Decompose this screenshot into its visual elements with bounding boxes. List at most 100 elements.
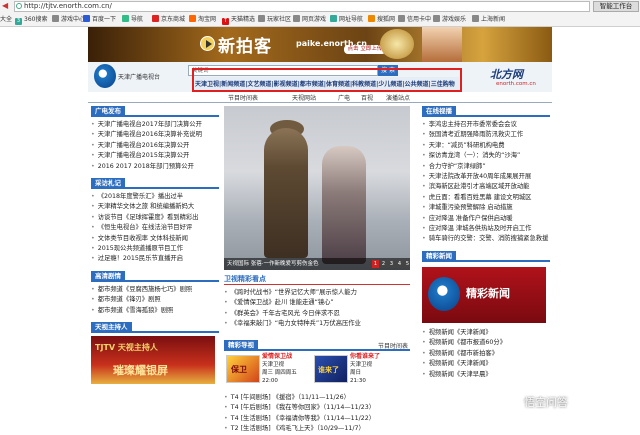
list-item[interactable]: T2 [生活剧场] 《鸡毛飞上天》（10/29—11/7） [224, 424, 410, 434]
show-time: 22:00 [262, 378, 278, 384]
slide-page-2[interactable]: 2 [380, 260, 387, 268]
list-item[interactable]: 都市频道《豆腐西施杨七巧》剧照 [91, 285, 219, 295]
tv-schedule-list: T4 [午间剧场] 《援宿》（11/11—11/26） T4 [午后剧场] 《我… [224, 393, 410, 435]
bookmark-item[interactable]: 3 360搜索 [15, 15, 47, 25]
host-banner[interactable]: TJTV 天视主持人 璀璨耀银屏 [91, 336, 215, 385]
list-item[interactable]: 2015现公共频道播原节目工作 [91, 244, 219, 254]
list-item[interactable]: T4 [午后剧场] 《我在等你回家》（11/14—11/23） [224, 403, 410, 413]
list-item[interactable]: 《跨时代战书》“世界记忆大师”展示惊人能力 [224, 288, 410, 298]
folder-icon [472, 15, 479, 22]
list-item[interactable]: 《2018年度警乐汇》播出过半 [91, 192, 219, 202]
tjtv-logo[interactable] [94, 64, 116, 88]
list-item[interactable]: 天津广播电视台2016年决算补充说明 [91, 130, 219, 140]
section-header: 天视主持人 [91, 322, 219, 334]
bookmark-item[interactable]: 信用卡中 [398, 15, 431, 25]
show-channel: 天津卫视 [350, 362, 373, 368]
bookmark-item[interactable]: 大全 [0, 15, 12, 25]
list-item[interactable]: 《幸福来敲门》“电力女特种兵”1万伏高压作业 [224, 319, 410, 329]
address-bar[interactable]: http://tjtv.enorth.com.cn/ [14, 1, 590, 12]
list-item[interactable]: 《爱情保卫战》赴川 谁能走通“镜心” [224, 298, 410, 308]
show-days: 周日 [350, 370, 362, 376]
nav-item[interactable]: 天视网站 [292, 93, 316, 102]
list-item[interactable]: 都市频道《雪海孤狼》剧照 [91, 306, 219, 316]
list-item[interactable]: T4 [生活剧场] 《幸福请你等我》（11/14—11/22） [224, 414, 410, 424]
list-item[interactable]: 虎丘面：看看百姓黑幕 建设文明城区 [422, 193, 550, 203]
bookmark-item[interactable]: 游戏娱乐 [433, 15, 466, 25]
bookmark-item[interactable]: 上海新闻 [472, 15, 505, 25]
show-name[interactable]: 你看谁来了 [350, 353, 406, 361]
host-slogan: 璀璨耀银屏 [113, 364, 168, 378]
list-item[interactable]: 合力守护“京津绿肺” [422, 162, 550, 172]
list-item[interactable]: 应对降温 准备作户保供启动暖 [422, 214, 550, 224]
bookmark-item[interactable]: 淘宝网 [189, 15, 216, 25]
bookmark-item[interactable]: 百度一下 [83, 15, 116, 25]
list-item[interactable]: 《恒生电视台》在线法治节目好评 [91, 223, 219, 233]
enorth-logo[interactable]: 北方网 [490, 66, 523, 82]
list-item[interactable]: 视频新闻《都市报道60分》 [422, 338, 550, 348]
jingcai-banner[interactable]: 精彩新闻 [422, 266, 546, 323]
show-name[interactable]: 爱情保卫战 [262, 353, 312, 361]
slide-page-5[interactable]: 5 [404, 260, 410, 268]
paike-banner[interactable]: 新拍客 paike.enorth.cn 点击 立即上传 [88, 27, 552, 62]
list-item[interactable]: 骑车骑行的交警：交警、消防搜捕紧急救援 [422, 234, 550, 244]
list-item[interactable]: 滨海新区赴港引才高端区域开放动能 [422, 182, 550, 192]
show-days: 周三 周四周五 [262, 370, 297, 376]
bookmark-item[interactable]: 玩家社区 [258, 15, 291, 25]
banner-image [422, 27, 462, 62]
list-item[interactable]: 探访青龙湾（一）：消失的“沙海” [422, 151, 550, 161]
list-item[interactable]: 文体类节目收视率 文体科技新闻 [91, 234, 219, 244]
nav-item[interactable]: 广电 [338, 93, 350, 102]
folder-icon [293, 15, 300, 22]
list-item[interactable]: 视频新闻《天津新闻》 [422, 328, 550, 338]
nav-item[interactable]: 演播站点 [386, 93, 410, 102]
highlight-box [192, 68, 462, 92]
jd-icon [152, 15, 159, 22]
bookmark-item[interactable]: 网址导航 [330, 15, 363, 25]
list-item[interactable]: 《群英会》千年古宅风光 今日伴求不忍 [224, 309, 410, 319]
list-item[interactable]: T4 [午间剧场] 《援宿》（11/11—11/26） [224, 393, 410, 403]
list-item[interactable]: 张国清考近期强降雨防汛救灾工作 [422, 130, 550, 140]
nav-icon [330, 15, 337, 22]
list-item[interactable]: 天津：“减员”科研机构电费 [422, 141, 550, 151]
list-item[interactable]: 李鸿忠主持召开市委常委会会议 [422, 120, 550, 130]
nav-item[interactable]: 节目时间表 [228, 93, 258, 102]
section-header: 在线视播 [422, 106, 550, 117]
slideshow-image[interactable]: 天视国际 张蓓·一作新晚爱写剪伤金色 1 2 3 4 5 [224, 106, 410, 270]
show-thumbnail[interactable]: 保卫 [226, 355, 260, 383]
back-icon[interactable]: ◀ [2, 2, 11, 10]
list-item[interactable]: 访谈节目《足球挥霍度》看到精彩出 [91, 213, 219, 223]
workbench-button[interactable]: 智能工作台 [593, 1, 639, 12]
nav-item[interactable]: 百视 [361, 93, 373, 102]
list-item[interactable]: 天津广播电视台2015年决算公开 [91, 151, 219, 161]
list-item[interactable]: 过足瘾！2015民乐节直播开启 [91, 254, 219, 264]
taobao-icon [189, 15, 196, 22]
slide-page-4[interactable]: 4 [396, 260, 403, 268]
bookmark-item[interactable]: 游戏中心 [52, 15, 85, 25]
list-item[interactable]: 天津广播电视台2017年部门决算公开 [91, 120, 219, 130]
section-header: 采访札记 [91, 178, 219, 190]
bookmark-item[interactable]: 搜狐网 [368, 15, 395, 25]
list-item[interactable]: 都市频道《锋刃》剧照 [91, 295, 219, 305]
list-item[interactable]: 视频新闻《都市新拍客》 [422, 349, 550, 359]
list-item[interactable]: 天津法院改革开放40周年成果展开展 [422, 172, 550, 182]
tmall-icon: T [222, 18, 229, 25]
list-item[interactable]: 2016 2017 2018年部门预算公开 [91, 162, 219, 172]
host-banner-text: TJTV 天视主持人 [95, 343, 158, 353]
slide-page-1[interactable]: 1 [372, 260, 379, 268]
slide-page-3[interactable]: 3 [388, 260, 395, 268]
list-item[interactable]: 天津广播电视台2016年决算公开 [91, 141, 219, 151]
list-item[interactable]: 视频新闻《天津早晨》 [422, 370, 550, 380]
show-channel: 天津卫视 [262, 362, 285, 368]
bookmark-item[interactable]: 网页游戏 [293, 15, 326, 25]
list-item[interactable]: 视频新闻《天津新闻》 [422, 359, 550, 369]
list-item[interactable]: 应对降温 津城各供热站及时开启工作 [422, 224, 550, 234]
list-item[interactable]: 津城重污染预警解除 启动措施 [422, 203, 550, 213]
show-thumbnail[interactable]: 谁来了 [314, 355, 348, 383]
show-time: 21:30 [350, 378, 366, 384]
globe-icon [16, 3, 22, 9]
bookmark-item[interactable]: 导航 [122, 15, 143, 25]
list-item[interactable]: 天津精华文体之旅 和统编播新妈大 [91, 202, 219, 212]
schedule-link[interactable]: 节目时间表 [378, 341, 408, 350]
bookmark-item[interactable]: T 天猫精选 [222, 15, 255, 25]
bookmark-item[interactable]: 京东商城 [152, 15, 185, 25]
